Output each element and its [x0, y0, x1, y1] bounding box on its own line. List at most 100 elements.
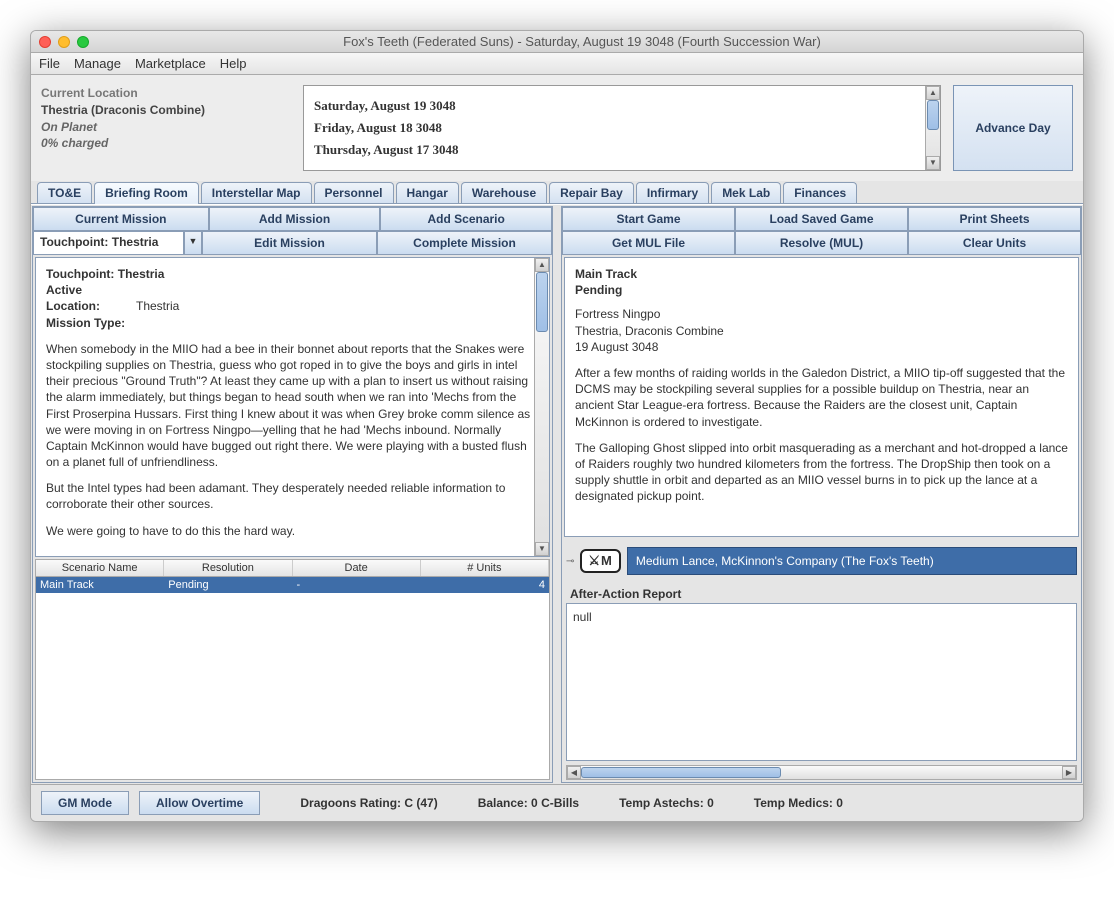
scrollbar[interactable]: ▲ ▼: [925, 86, 940, 170]
mission-text: We were going to have to do this the har…: [46, 523, 539, 539]
scenario-status: Pending: [575, 282, 1068, 298]
day-entry: Thursday, August 17 3048: [314, 142, 930, 158]
tab-repair-bay[interactable]: Repair Bay: [549, 182, 634, 203]
scenario-text: The Galloping Ghost slipped into orbit m…: [575, 440, 1068, 505]
scrollbar-horizontal[interactable]: ◀ ▶: [566, 765, 1077, 780]
location-charge: 0% charged: [41, 135, 291, 152]
scenario-line: 19 August 3048: [575, 339, 1068, 355]
balance: Balance: 0 C-Bills: [478, 796, 579, 810]
edit-mission-button[interactable]: Edit Mission: [202, 231, 377, 255]
menubar: File Manage Marketplace Help: [31, 53, 1083, 75]
mission-title: Touchpoint: Thestria: [46, 266, 539, 282]
mission-select[interactable]: Touchpoint: Thestria: [33, 231, 184, 255]
aar-label: After-Action Report: [570, 587, 1073, 601]
temp-medics: Temp Medics: 0: [754, 796, 843, 810]
minimize-icon[interactable]: [58, 36, 70, 48]
titlebar: Fox's Teeth (Federated Suns) - Saturday,…: [31, 31, 1083, 53]
scenario-table-header: Scenario Name Resolution Date # Units: [35, 559, 550, 577]
cell-scenario-name: Main Track: [36, 577, 164, 593]
scenario-line: Thestria, Draconis Combine: [575, 323, 1068, 339]
mission-text: When somebody in the MIIO had a bee in t…: [46, 341, 539, 471]
app-window: Fox's Teeth (Federated Suns) - Saturday,…: [30, 30, 1084, 822]
menu-manage[interactable]: Manage: [74, 56, 121, 71]
window-title: Fox's Teeth (Federated Suns) - Saturday,…: [89, 34, 1075, 49]
mission-status: Active: [46, 282, 539, 298]
location-panel: Current Location Thestria (Draconis Comb…: [41, 85, 291, 171]
menu-marketplace[interactable]: Marketplace: [135, 56, 206, 71]
scenario-table[interactable]: Main Track Pending - 4: [35, 577, 550, 780]
aar-text[interactable]: null: [566, 603, 1077, 761]
maximize-icon[interactable]: [77, 36, 89, 48]
location-label: Current Location: [41, 85, 291, 102]
unit-label[interactable]: Medium Lance, McKinnon's Company (The Fo…: [627, 547, 1077, 575]
load-game-button[interactable]: Load Saved Game: [735, 207, 908, 231]
chevron-down-icon[interactable]: ▼: [184, 231, 202, 255]
mission-loc-value: Thestria: [136, 298, 179, 314]
scrollbar[interactable]: ▲ ▼: [534, 258, 549, 556]
mission-description[interactable]: Touchpoint: Thestria Active Location:The…: [35, 257, 550, 557]
col-units[interactable]: # Units: [421, 560, 549, 576]
mission-loc-label: Location:: [46, 298, 136, 314]
scenario-title: Main Track: [575, 266, 1068, 282]
unit-row[interactable]: ⊸ ⚔M Medium Lance, McKinnon's Company (T…: [566, 547, 1077, 575]
tab-toe[interactable]: TO&E: [37, 182, 92, 203]
cell-date: -: [293, 577, 421, 593]
tree-handle-icon[interactable]: ⊸: [566, 556, 574, 567]
location-value: Thestria (Draconis Combine): [41, 102, 291, 119]
add-scenario-button[interactable]: Add Scenario: [380, 207, 552, 231]
menu-file[interactable]: File: [39, 56, 60, 71]
tab-infirmary[interactable]: Infirmary: [636, 182, 709, 203]
status-bar: GM Mode Allow Overtime Dragoons Rating: …: [31, 784, 1083, 821]
menu-help[interactable]: Help: [220, 56, 247, 71]
scenario-panel: Start Game Load Saved Game Print Sheets …: [561, 206, 1082, 783]
current-mission-header: Current Mission: [33, 207, 209, 231]
scroll-down-icon[interactable]: ▼: [535, 542, 549, 556]
scenario-text: After a few months of raiding worlds in …: [575, 365, 1068, 430]
day-entry: Friday, August 18 3048: [314, 120, 930, 136]
scroll-right-icon[interactable]: ▶: [1062, 766, 1076, 779]
tab-briefing-room[interactable]: Briefing Room: [94, 182, 199, 204]
print-sheets-button[interactable]: Print Sheets: [908, 207, 1081, 231]
tab-mek-lab[interactable]: Mek Lab: [711, 182, 781, 203]
scroll-left-icon[interactable]: ◀: [567, 766, 581, 779]
location-status: On Planet: [41, 119, 291, 136]
tab-interstellar-map[interactable]: Interstellar Map: [201, 182, 312, 203]
tab-warehouse[interactable]: Warehouse: [461, 182, 547, 203]
temp-astechs: Temp Astechs: 0: [619, 796, 714, 810]
scroll-thumb[interactable]: [581, 767, 781, 778]
col-resolution[interactable]: Resolution: [164, 560, 292, 576]
scroll-up-icon[interactable]: ▲: [535, 258, 549, 272]
tab-hangar[interactable]: Hangar: [396, 182, 459, 203]
day-log[interactable]: Saturday, August 19 3048 Friday, August …: [303, 85, 941, 171]
gm-mode-button[interactable]: GM Mode: [41, 791, 129, 815]
mission-type-label: Mission Type:: [46, 315, 136, 331]
col-scenario-name[interactable]: Scenario Name: [36, 560, 164, 576]
clear-units-button[interactable]: Clear Units: [908, 231, 1081, 255]
scroll-up-icon[interactable]: ▲: [926, 86, 940, 100]
splitter[interactable]: [554, 205, 560, 784]
unit-badge-icon: ⚔M: [580, 549, 620, 573]
add-mission-button[interactable]: Add Mission: [209, 207, 381, 231]
scroll-thumb[interactable]: [536, 272, 548, 332]
get-mul-button[interactable]: Get MUL File: [562, 231, 735, 255]
cell-resolution: Pending: [164, 577, 292, 593]
advance-day-button[interactable]: Advance Day: [953, 85, 1073, 171]
complete-mission-button[interactable]: Complete Mission: [377, 231, 552, 255]
resolve-mul-button[interactable]: Resolve (MUL): [735, 231, 908, 255]
tab-finances[interactable]: Finances: [783, 182, 857, 203]
scroll-thumb[interactable]: [927, 100, 939, 130]
scenario-line: Fortress Ningpo: [575, 306, 1068, 322]
close-icon[interactable]: [39, 36, 51, 48]
scroll-down-icon[interactable]: ▼: [926, 156, 940, 170]
day-entry: Saturday, August 19 3048: [314, 98, 930, 114]
allow-overtime-button[interactable]: Allow Overtime: [139, 791, 260, 815]
start-game-button[interactable]: Start Game: [562, 207, 735, 231]
cell-units: 4: [421, 577, 549, 593]
table-row[interactable]: Main Track Pending - 4: [36, 577, 549, 593]
mission-panel: Current Mission Add Mission Add Scenario…: [32, 206, 553, 783]
dragoons-rating: Dragoons Rating: C (47): [300, 796, 437, 810]
col-date[interactable]: Date: [293, 560, 421, 576]
scenario-description[interactable]: Main Track Pending Fortress Ningpo Thest…: [564, 257, 1079, 537]
tab-personnel[interactable]: Personnel: [314, 182, 394, 203]
mission-text: But the Intel types had been adamant. Th…: [46, 480, 539, 512]
